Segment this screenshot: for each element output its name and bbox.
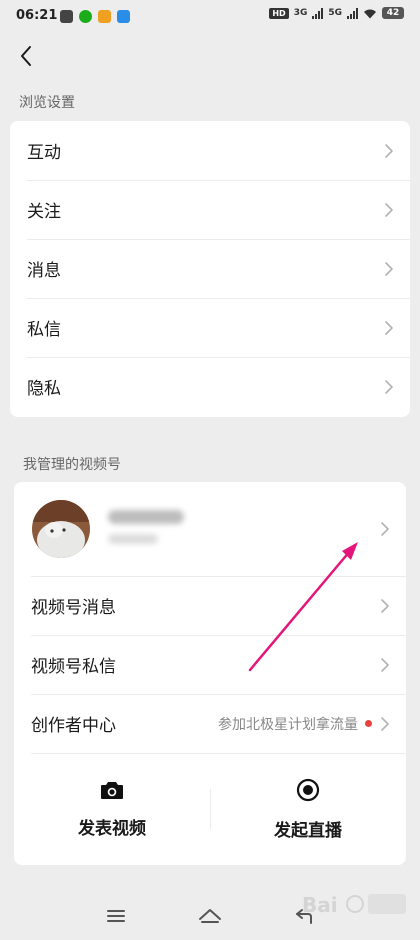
status-bar: 06:21 HD 3G 5G 42: [0, 0, 420, 34]
network-5g-label: 5G: [328, 8, 342, 18]
hd-indicator: HD: [269, 7, 289, 19]
network-3g-label: 3G: [293, 8, 308, 18]
wifi-icon: [364, 9, 376, 18]
unread-dot: [365, 720, 372, 727]
menu-icon: [107, 910, 125, 922]
app-notification-icon: [60, 10, 73, 23]
chevron-right-icon: [385, 379, 393, 394]
creator-center-item[interactable]: 创作者中心 参加北极星计划拿流量: [14, 694, 406, 753]
managed-channels-card: 视频号消息 视频号私信 创作者中心 参加北极星计划拿流量 发表视频 发起直播: [14, 482, 406, 865]
back-button[interactable]: [10, 40, 42, 72]
nav-menu-button[interactable]: [102, 904, 130, 928]
camera-icon: [101, 782, 123, 799]
settings-item-label: 私信: [27, 320, 61, 340]
browse-settings-card: 互动 关注 消息 私信 隐私: [10, 121, 410, 417]
post-video-label: 发表视频: [78, 819, 146, 839]
settings-item-label: 关注: [27, 202, 61, 222]
chevron-right-icon: [381, 522, 389, 536]
nav-home-button[interactable]: [196, 904, 224, 928]
creator-promo-text: 参加北极星计划拿流量: [218, 716, 358, 733]
go-live-label: 发起直播: [274, 821, 342, 841]
chevron-right-icon: [385, 143, 393, 158]
app-notification-icon: [79, 10, 92, 23]
signal-icon: [312, 7, 324, 19]
channel-private-messages-label: 视频号私信: [31, 657, 116, 677]
notification-icons: [60, 10, 130, 23]
live-record-icon: [296, 778, 320, 802]
status-right: HD 3G 5G 42: [269, 7, 404, 19]
chevron-right-icon: [385, 202, 393, 217]
channel-profile-row[interactable]: [14, 482, 406, 576]
chevron-right-icon: [381, 657, 389, 672]
chevron-right-icon: [381, 716, 389, 731]
browse-settings-title: 浏览设置: [19, 95, 75, 111]
chevron-right-icon: [385, 320, 393, 335]
back-arrow-icon: [21, 46, 31, 66]
settings-item-label: 消息: [27, 261, 61, 281]
blurred-name: [108, 510, 184, 524]
channel-actions: 发表视频 发起直播: [14, 753, 406, 865]
settings-item-follow[interactable]: 关注: [10, 180, 410, 239]
channel-messages-label: 视频号消息: [31, 598, 116, 618]
actions-divider: [210, 789, 211, 829]
managed-channels-title: 我管理的视频号: [23, 457, 121, 473]
chevron-right-icon: [385, 261, 393, 276]
signal-icon: [347, 7, 358, 19]
app-notification-icon: [117, 10, 130, 23]
channel-messages-item[interactable]: 视频号消息: [14, 576, 406, 635]
app-notification-icon: [98, 10, 111, 23]
settings-item-interaction[interactable]: 互动: [10, 121, 410, 180]
settings-item-label: 隐私: [27, 379, 61, 399]
chevron-right-icon: [381, 598, 389, 613]
battery-icon: 42: [382, 7, 404, 19]
creator-center-label: 创作者中心: [31, 716, 116, 736]
watermark-logo: Bai: [302, 893, 406, 917]
home-icon: [199, 909, 221, 923]
settings-item-private-messages[interactable]: 私信: [10, 298, 410, 357]
settings-item-privacy[interactable]: 隐私: [10, 357, 410, 416]
avatar-image: [32, 500, 90, 558]
channel-name-redacted: [106, 500, 380, 558]
channel-avatar: [32, 500, 90, 558]
settings-item-label: 互动: [27, 143, 61, 163]
svg-text:Bai: Bai: [302, 893, 338, 917]
blurred-subtitle: [108, 534, 158, 544]
post-video-button[interactable]: 发表视频: [14, 753, 210, 865]
creator-promo: 参加北极星计划拿流量: [218, 714, 372, 734]
channel-private-messages-item[interactable]: 视频号私信: [14, 635, 406, 694]
status-time: 06:21: [16, 8, 58, 23]
settings-item-messages[interactable]: 消息: [10, 239, 410, 298]
go-live-button[interactable]: 发起直播: [210, 753, 406, 865]
